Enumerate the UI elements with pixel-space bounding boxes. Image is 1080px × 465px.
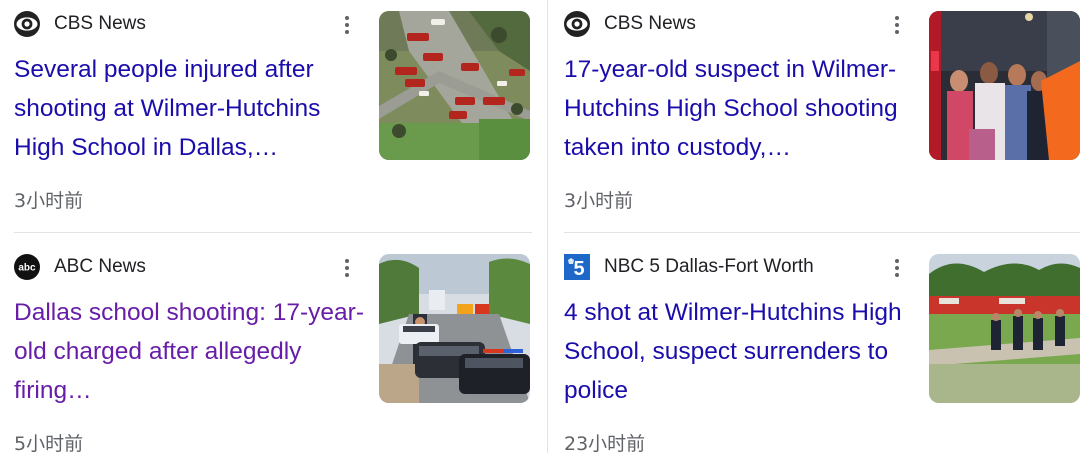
more-options-icon[interactable] (890, 255, 904, 281)
cbs-eye-logo-icon (14, 11, 40, 37)
row-divider (14, 232, 532, 233)
nbc5-logo-icon: 5 (564, 254, 590, 280)
headline-link[interactable]: 17-year-old suspect in Wilmer-Hutchins H… (564, 50, 914, 167)
source-row: CBS News (14, 11, 146, 37)
aerial-view-emergency-vehicles-image[interactable] (379, 11, 530, 160)
cbs-eye-logo-icon (564, 11, 590, 37)
source-row: CBS News (564, 11, 696, 37)
source-name: ABC News (54, 256, 146, 277)
headline-link[interactable]: 4 shot at Wilmer-Hutchins High School, s… (564, 293, 914, 410)
news-card[interactable]: CBS News Several people injured after sh… (14, 0, 532, 222)
svg-text:abc: abc (18, 263, 36, 274)
news-card[interactable]: 5 NBC 5 Dallas-Fort Worth 4 shot at Wilm… (564, 243, 1080, 465)
row-divider (564, 232, 1080, 233)
news-card[interactable]: abc ABC News Dallas school shooting: 17-… (14, 243, 532, 465)
headline-link[interactable]: Dallas school shooting: 17-year-old char… (14, 293, 364, 410)
source-row: 5 NBC 5 Dallas-Fort Worth (564, 254, 814, 280)
police-cars-on-street-image[interactable] (379, 254, 530, 403)
column-divider (547, 0, 548, 453)
more-options-icon[interactable] (340, 12, 354, 38)
more-options-icon[interactable] (340, 255, 354, 281)
news-card[interactable]: CBS News 17-year-old suspect in Wilmer-H… (564, 0, 1080, 222)
headline-link[interactable]: Several people injured after shooting at… (14, 50, 364, 167)
timestamp: 3小时前 (14, 190, 84, 212)
abc-logo-icon: abc (14, 254, 40, 280)
fire-trucks-on-lawn-image[interactable] (929, 254, 1080, 403)
timestamp: 3小时前 (564, 190, 634, 212)
source-name: NBC 5 Dallas-Fort Worth (604, 256, 814, 277)
timestamp: 23小时前 (564, 433, 646, 455)
source-row: abc ABC News (14, 254, 146, 280)
svg-text:5: 5 (573, 258, 584, 280)
source-name: CBS News (54, 13, 146, 34)
timestamp: 5小时前 (14, 433, 84, 455)
more-options-icon[interactable] (890, 12, 904, 38)
source-name: CBS News (604, 13, 696, 34)
crowd-at-night-image[interactable] (929, 11, 1080, 160)
